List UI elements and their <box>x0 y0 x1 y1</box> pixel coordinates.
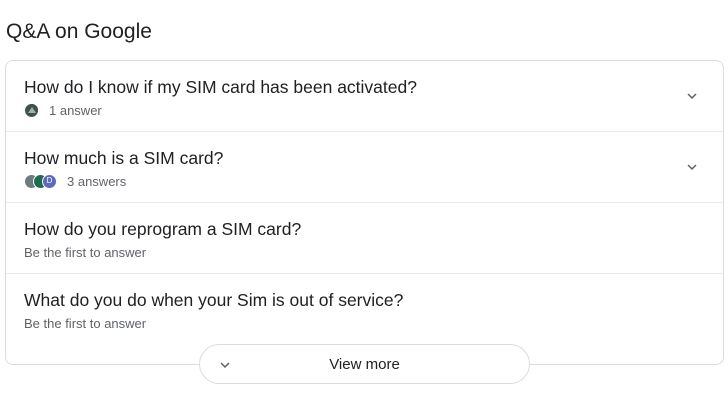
answer-status: Be the first to answer <box>24 244 147 260</box>
qa-item-4[interactable]: What do you do when your Sim is out of s… <box>6 274 723 345</box>
qa-card: How do I know if my SIM card has been ac… <box>5 60 724 365</box>
question-text: What do you do when your Sim is out of s… <box>24 290 404 310</box>
qa-item-1[interactable]: How do I know if my SIM card has been ac… <box>6 61 723 132</box>
avatar <box>24 102 39 118</box>
answer-meta: D 3 answers <box>24 173 126 189</box>
view-more-label: View more <box>329 355 400 373</box>
chevron-down-icon[interactable] <box>683 87 701 105</box>
qa-item-2[interactable]: How much is a SIM card? D 3 answers <box>6 132 723 203</box>
answer-meta: Be the first to answer <box>24 244 146 260</box>
avatar: D <box>42 173 57 189</box>
answer-count: 1 answer <box>49 102 102 118</box>
answer-count: 3 answers <box>67 173 127 189</box>
question-text: How do you reprogram a SIM card? <box>24 219 302 239</box>
qa-item-3[interactable]: How do you reprogram a SIM card? Be the … <box>6 203 723 274</box>
view-more-button[interactable]: View more <box>199 344 530 384</box>
answer-status: Be the first to answer <box>24 315 147 331</box>
answerer-avatars: D <box>24 173 57 189</box>
answer-meta: 1 answer <box>24 102 102 118</box>
question-text: How much is a SIM card? <box>24 148 224 168</box>
chevron-down-icon[interactable] <box>683 158 701 176</box>
question-text: How do I know if my SIM card has been ac… <box>24 77 417 97</box>
section-title: Q&A on Google <box>6 20 152 43</box>
chevron-down-icon <box>220 362 230 368</box>
answer-meta: Be the first to answer <box>24 315 146 331</box>
answerer-avatars <box>24 102 39 118</box>
